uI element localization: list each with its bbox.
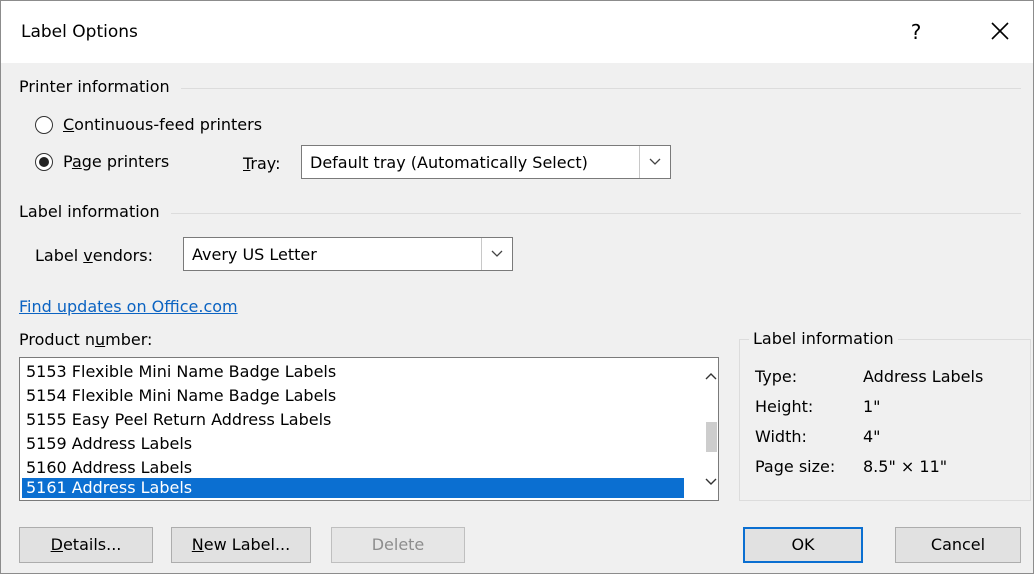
printer-info-divider: [181, 88, 1021, 89]
height-value: 1": [863, 397, 881, 416]
scroll-down-icon[interactable]: [704, 472, 718, 492]
list-item[interactable]: 5160 Address Labels: [22, 456, 684, 480]
delete-button[interactable]: Delete: [331, 527, 465, 563]
list-item[interactable]: 5155 Easy Peel Return Address Labels: [22, 408, 684, 432]
dialog-title: Label Options: [21, 22, 138, 42]
page-size-value: 8.5" × 11": [863, 457, 948, 476]
radio-checked-icon: [35, 152, 53, 171]
product-number-list[interactable]: 5153 Flexible Mini Name Badge Labels 515…: [19, 357, 719, 501]
width-value: 4": [863, 427, 881, 446]
continuous-feed-radio[interactable]: Continuous-feed printers: [35, 115, 262, 134]
printer-info-heading: Printer information: [19, 77, 178, 96]
close-button[interactable]: [983, 13, 1017, 49]
tray-select[interactable]: Default tray (Automatically Select): [301, 145, 671, 179]
new-label-button[interactable]: New Label...: [171, 527, 311, 563]
label-vendors-label: Label vendors:: [35, 246, 153, 265]
scroll-up-icon[interactable]: [704, 366, 718, 386]
close-icon: [991, 22, 1009, 40]
radio-unchecked-icon: [35, 115, 53, 134]
list-scrollbar[interactable]: [704, 358, 718, 500]
label-details-heading: Label information: [749, 329, 898, 348]
page-size-key: Page size:: [755, 457, 836, 476]
tray-select-value: Default tray (Automatically Select): [310, 152, 588, 172]
label-info-divider: [171, 213, 1021, 214]
cancel-button[interactable]: Cancel: [895, 527, 1021, 563]
list-item-selected[interactable]: 5161 Address Labels: [22, 478, 684, 498]
label-vendors-select[interactable]: Avery US Letter: [183, 237, 513, 271]
title-bar: Label Options ?: [1, 1, 1033, 63]
list-item[interactable]: 5154 Flexible Mini Name Badge Labels: [22, 384, 684, 408]
label-vendors-value: Avery US Letter: [192, 244, 317, 264]
chevron-down-icon: [481, 238, 512, 270]
details-button[interactable]: Details...: [19, 527, 153, 563]
ok-button[interactable]: OK: [743, 527, 863, 563]
find-updates-link[interactable]: Find updates on Office.com: [19, 297, 238, 316]
scroll-thumb[interactable]: [706, 422, 717, 452]
page-printers-label: Page printers: [63, 152, 170, 171]
chevron-down-icon: [639, 146, 670, 178]
list-item[interactable]: 5159 Address Labels: [22, 432, 684, 456]
height-key: Height:: [755, 397, 814, 416]
continuous-feed-label: Continuous-feed printers: [63, 115, 263, 134]
type-value: Address Labels: [863, 367, 984, 386]
width-key: Width:: [755, 427, 807, 446]
help-button[interactable]: ?: [901, 15, 931, 49]
label-options-dialog: Label Options ? Printer information Cont…: [0, 0, 1034, 574]
tray-label: Tray:: [243, 154, 281, 173]
label-info-heading: Label information: [19, 202, 168, 221]
label-details-panel: [739, 339, 1031, 501]
product-number-label: Product number:: [19, 330, 153, 349]
page-printers-radio[interactable]: Page printers: [35, 152, 169, 171]
list-item[interactable]: 5153 Flexible Mini Name Badge Labels: [22, 360, 684, 384]
type-key: Type:: [755, 367, 798, 386]
